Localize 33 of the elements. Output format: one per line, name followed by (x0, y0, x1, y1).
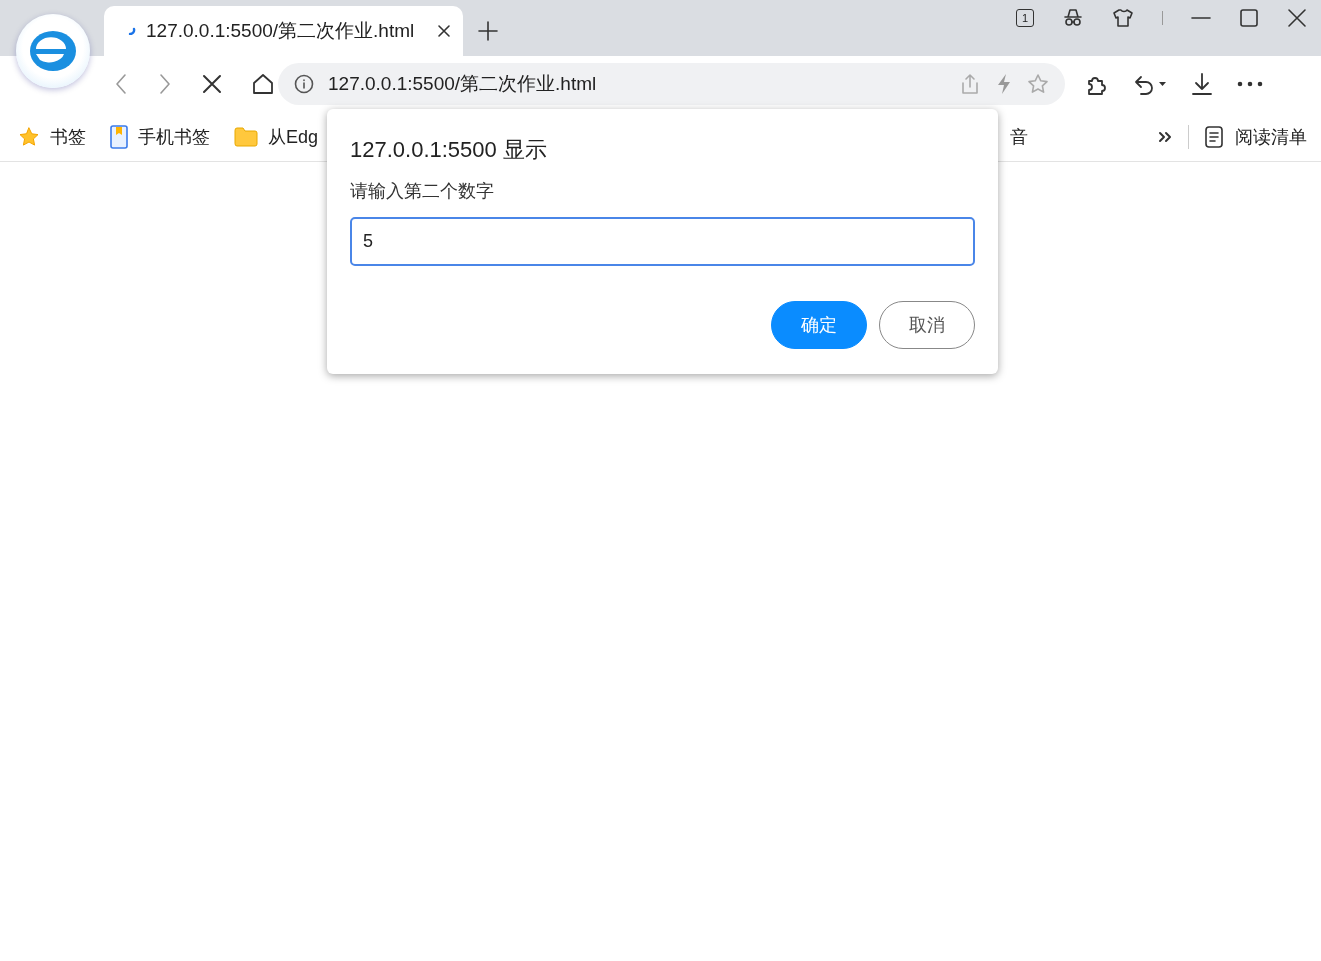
star-icon (18, 125, 40, 148)
star-icon[interactable] (1027, 73, 1049, 95)
bookmark-item[interactable]: 书签 (18, 124, 86, 149)
document-icon (1205, 125, 1223, 148)
close-icon[interactable] (1287, 8, 1307, 28)
bookmark-item[interactable]: 手机书签 (110, 124, 210, 149)
info-icon[interactable] (294, 74, 314, 94)
back-icon[interactable] (114, 73, 128, 95)
cancel-button[interactable]: 取消 (879, 301, 975, 349)
bookmark-item[interactable]: 从Edg (234, 124, 319, 149)
forward-icon[interactable] (158, 73, 172, 95)
more-icon[interactable] (1237, 81, 1263, 87)
undo-icon[interactable] (1133, 73, 1167, 95)
folder-icon (234, 126, 258, 147)
browser-tab[interactable]: 127.0.0.1:5500/第二次作业.html (104, 6, 463, 56)
reading-list-button[interactable]: 阅读清单 (1205, 124, 1307, 149)
dialog-message: 请输入第二个数字 (350, 180, 495, 203)
tab-count-button[interactable]: 1 (1016, 9, 1034, 27)
maximize-icon[interactable] (1239, 8, 1259, 28)
download-icon[interactable] (1191, 72, 1213, 96)
phone-icon (110, 124, 128, 149)
stop-icon[interactable] (202, 74, 222, 94)
close-tab-icon[interactable] (437, 24, 451, 38)
home-icon[interactable] (252, 73, 274, 95)
incognito-icon[interactable] (1062, 8, 1084, 28)
overflow-chevron-icon[interactable] (1158, 130, 1172, 143)
bookmark-item[interactable]: 音 (1010, 124, 1028, 149)
browser-logo[interactable] (16, 14, 90, 88)
shirt-icon[interactable] (1112, 8, 1134, 28)
input-field[interactable]: 5 (350, 217, 975, 266)
dialog-title: 127.0.0.1:5500 显示 (350, 136, 548, 164)
address-bar[interactable]: 127.0.0.1:5500/第二次作业.html (278, 63, 1065, 105)
new-tab-icon[interactable] (477, 20, 499, 42)
